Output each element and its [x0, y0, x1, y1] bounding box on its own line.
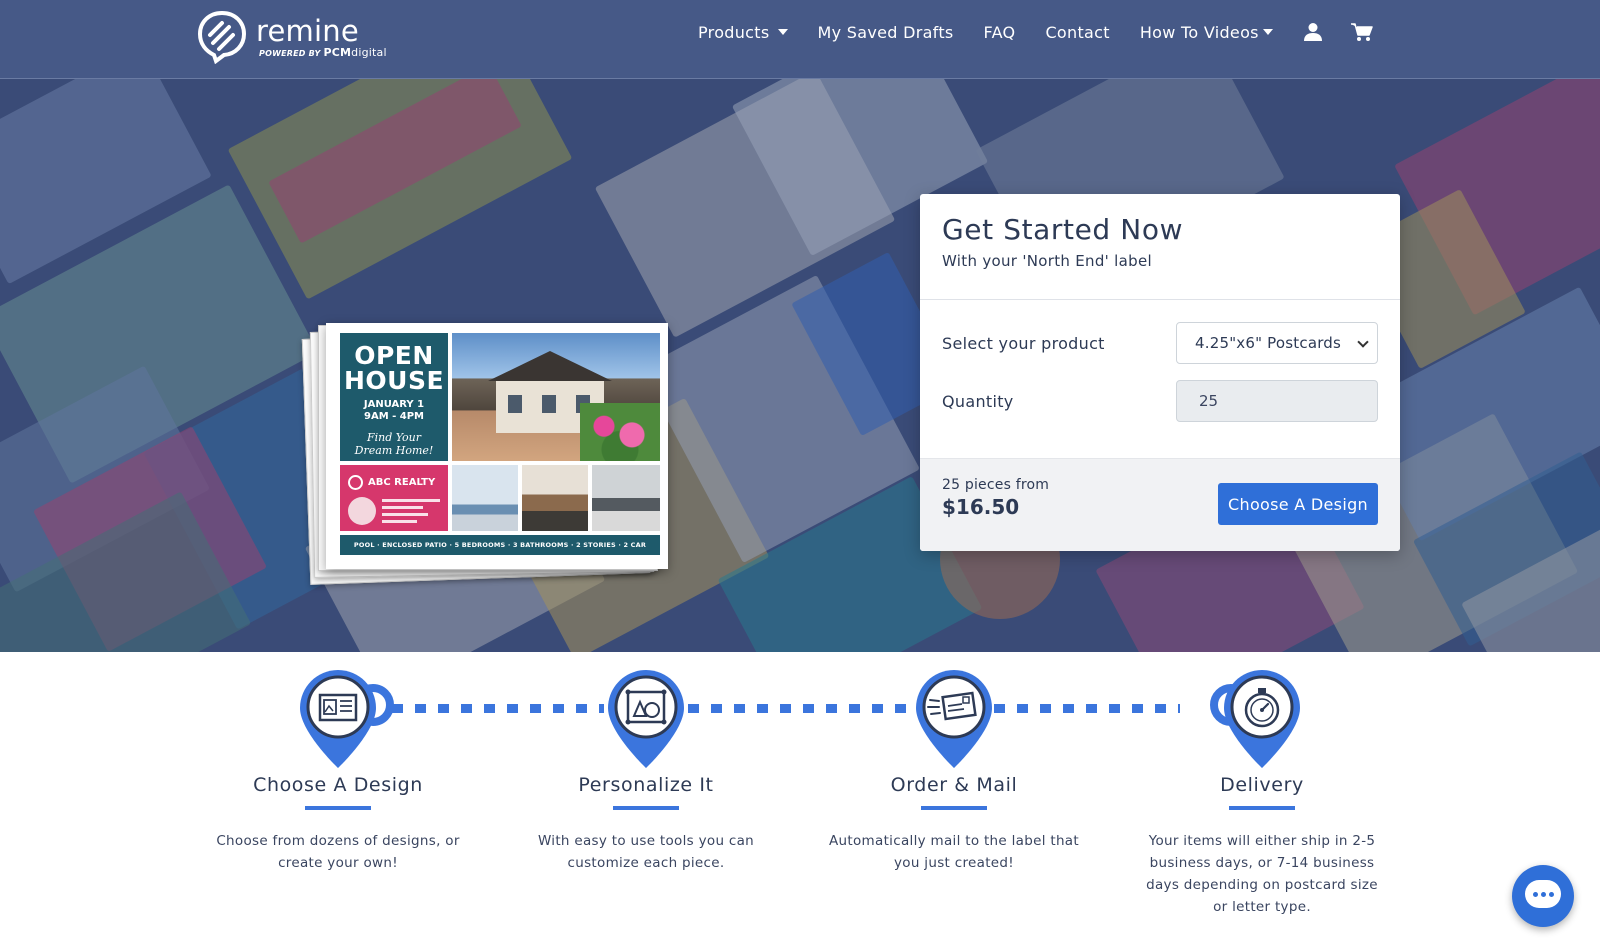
- chevron-down-icon: [777, 29, 788, 35]
- stopwatch-icon: [1224, 670, 1300, 768]
- quantity-label: Quantity: [942, 391, 1014, 411]
- realty-logo-icon: [348, 475, 363, 490]
- postcard-headline-block: OPEN HOUSE JANUARY 1 9AM - 4PM Find Your…: [340, 333, 448, 461]
- step-description: Choose from dozens of designs, or create…: [216, 833, 460, 871]
- brand-logo[interactable]: remine POWERED BY PCMdigital: [196, 8, 387, 64]
- step-underline: [1229, 806, 1295, 810]
- postcard-interior-photo-2: [522, 465, 588, 531]
- postcard-front: OPEN HOUSE JANUARY 1 9AM - 4PM Find Your…: [326, 323, 668, 569]
- user-icon[interactable]: [1303, 22, 1323, 42]
- cart-icon[interactable]: [1350, 22, 1373, 42]
- step-personalize: Personalize It With easy to use tools yo…: [496, 668, 796, 874]
- brand-powered-by: POWERED BY PCMdigital: [259, 46, 387, 59]
- nav-links: Products My Saved Drafts FAQ Contact How…: [698, 22, 1401, 42]
- postcard-icon: [300, 670, 376, 768]
- chat-widget-button[interactable]: [1512, 865, 1574, 927]
- chat-bubble-icon: [1525, 880, 1561, 908]
- quantity-input[interactable]: 25: [1176, 380, 1378, 422]
- step-title: Personalize It: [578, 774, 714, 796]
- mail-envelope-icon: [916, 670, 992, 768]
- step-title: Order & Mail: [890, 774, 1018, 796]
- postcard-script-2: Dream Home!: [354, 444, 434, 457]
- postcard-house-photo: [452, 333, 660, 461]
- agent-avatar: [348, 497, 376, 525]
- product-row: Select your product 4.25"x6" Postcards: [942, 322, 1378, 364]
- hero-section: OPEN HOUSE JANUARY 1 9AM - 4PM Find Your…: [0, 79, 1600, 652]
- step-delivery: Delivery Your items will either ship in …: [1112, 668, 1412, 918]
- step-title: Delivery: [1220, 774, 1304, 796]
- step-description: Automatically mail to the label that you…: [829, 833, 1079, 871]
- step-underline: [613, 806, 679, 810]
- chevron-down-icon: [1262, 29, 1273, 35]
- postcard-headline-2: HOUSE: [343, 366, 445, 395]
- postcard-script: Find Your: [366, 431, 422, 444]
- nav-my-saved-drafts[interactable]: My Saved Drafts: [818, 23, 954, 42]
- postcard-realty-name: ABC REALTY: [368, 477, 436, 488]
- choose-design-button[interactable]: Choose A Design: [1218, 483, 1378, 525]
- nav-products[interactable]: Products: [698, 23, 788, 42]
- step-choose-design: Choose A Design Choose from dozens of de…: [188, 668, 488, 874]
- quantity-row: Quantity 25: [942, 380, 1378, 422]
- chevron-down-icon: [1357, 336, 1369, 348]
- product-select-value: 4.25"x6" Postcards: [1195, 334, 1342, 352]
- card-footer: 25 pieces from $16.50 Choose A Design: [920, 458, 1400, 551]
- design-shapes-icon: [608, 670, 684, 768]
- nav-how-to-videos[interactable]: How To Videos: [1140, 23, 1273, 42]
- step-underline: [305, 806, 371, 810]
- sample-postcard-image: OPEN HOUSE JANUARY 1 9AM - 4PM Find Your…: [301, 319, 676, 585]
- product-select[interactable]: 4.25"x6" Postcards: [1176, 322, 1378, 364]
- brand-name: remine: [256, 14, 359, 48]
- get-started-card: Get Started Now With your 'North End' la…: [920, 194, 1400, 551]
- step-order-mail: Order & Mail Automatically mail to the l…: [804, 668, 1104, 874]
- step-underline: [921, 806, 987, 810]
- nav-contact[interactable]: Contact: [1045, 23, 1109, 42]
- how-it-works-steps: Choose A Design Choose from dozens of de…: [0, 652, 1600, 949]
- postcard-interior-photo-3: [592, 465, 660, 531]
- postcard-agent-block: ABC REALTY: [340, 465, 448, 531]
- remine-logo-icon: [197, 10, 247, 64]
- card-subtitle: With your 'North End' label: [942, 252, 1152, 270]
- postcard-date: JANUARY 1: [363, 399, 425, 410]
- top-navbar: remine POWERED BY PCMdigital Products My…: [0, 0, 1600, 79]
- postcard-headline: OPEN: [354, 341, 434, 370]
- postcard-features-strip: POOL · ENCLOSED PATIO · 5 BEDROOMS · 3 B…: [340, 535, 660, 569]
- step-title: Choose A Design: [253, 774, 423, 796]
- postcard-time: 9AM - 4PM: [364, 411, 424, 422]
- step-description: With easy to use tools you can customize…: [537, 833, 755, 871]
- product-label: Select your product: [942, 333, 1105, 353]
- nav-faq[interactable]: FAQ: [984, 23, 1016, 42]
- card-title: Get Started Now: [942, 213, 1184, 246]
- step-description: Your items will either ship in 2-5 busin…: [1146, 833, 1378, 915]
- postcard-interior-photo-1: [452, 465, 518, 531]
